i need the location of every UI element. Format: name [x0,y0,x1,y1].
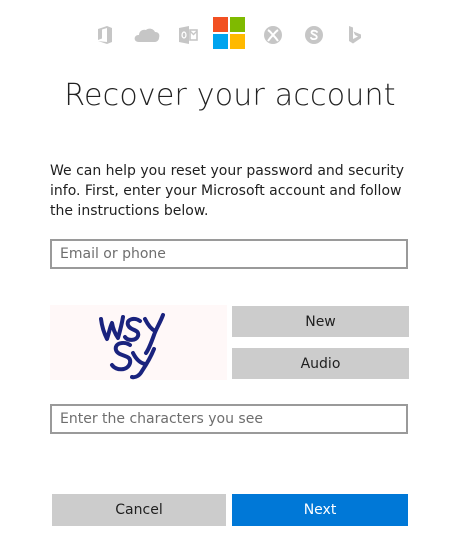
office-icon[interactable] [94,24,116,46]
microsoft-logo[interactable] [213,17,245,49]
email-or-phone-input[interactable] [50,239,408,269]
page-title: Recover your account [64,78,396,113]
bing-icon[interactable] [344,24,366,46]
next-button[interactable]: Next [232,494,408,526]
captcha-input[interactable] [50,404,408,434]
skype-icon[interactable] [303,24,325,46]
onedrive-icon[interactable] [133,24,161,46]
outlook-icon[interactable] [177,24,199,46]
captcha-image [50,305,227,380]
xbox-icon[interactable] [262,24,284,46]
captcha-text [99,313,165,380]
cancel-button[interactable]: Cancel [52,494,226,526]
product-icon-bar [0,16,460,56]
instructions-text: We can help you reset your password and … [50,163,405,219]
audio-captcha-button[interactable]: Audio [232,348,409,379]
new-captcha-button[interactable]: New [232,306,409,337]
